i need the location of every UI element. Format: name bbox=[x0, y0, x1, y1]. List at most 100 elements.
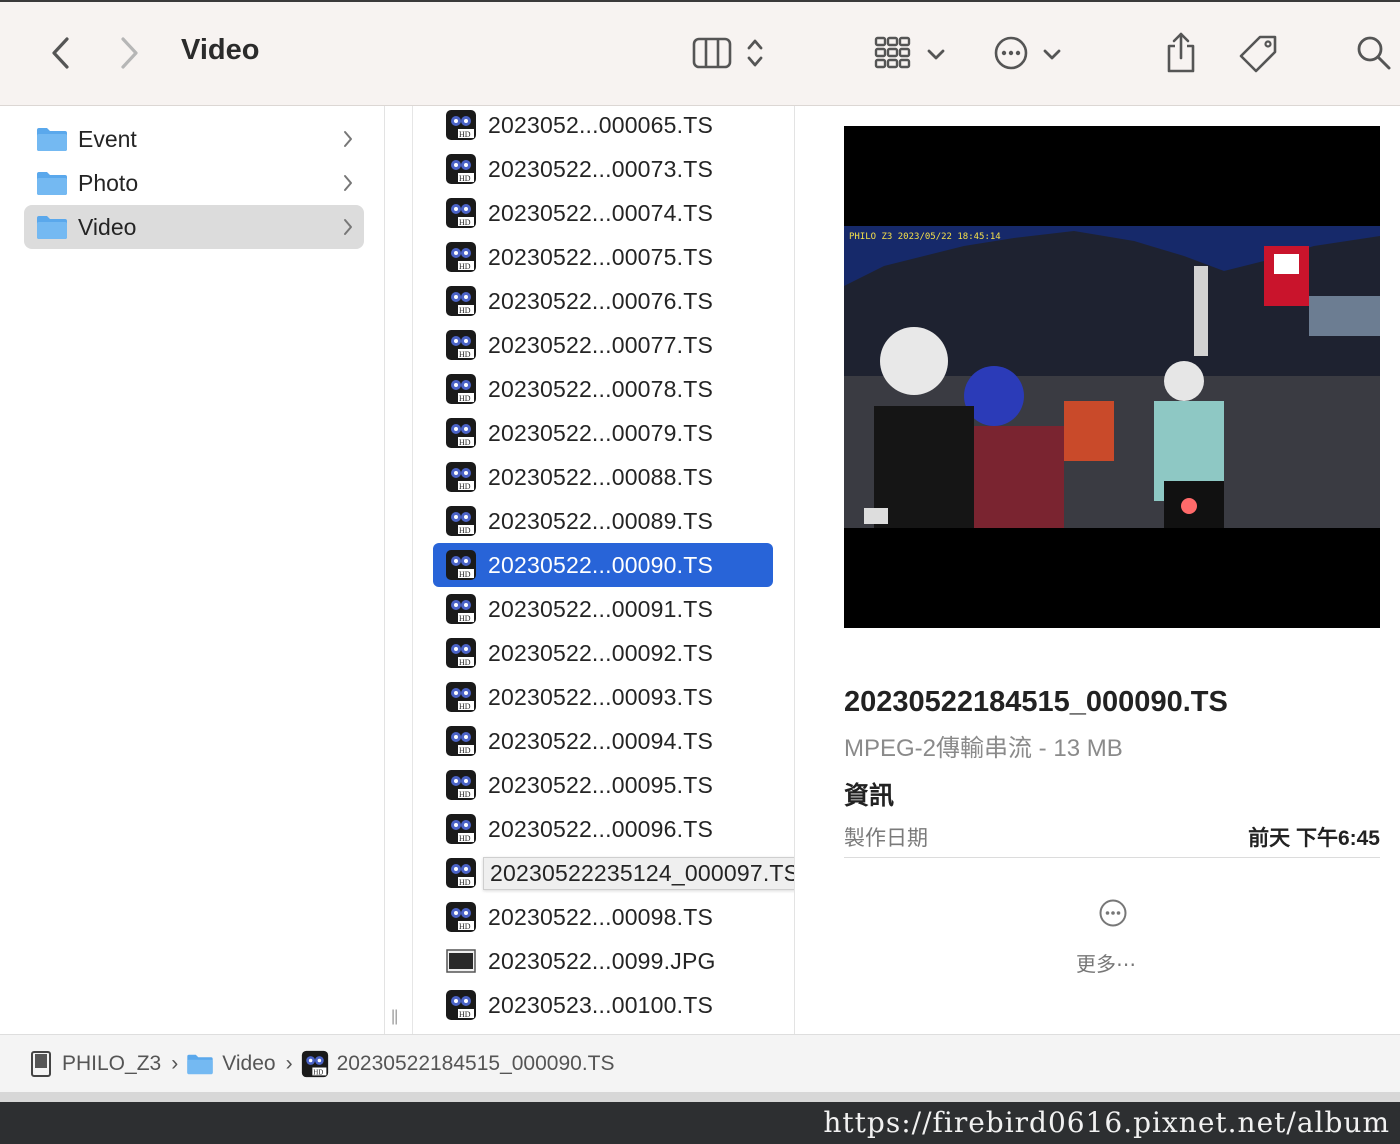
video-file-icon: HD bbox=[446, 286, 476, 316]
file-row[interactable]: HD 20230522...00088.TS bbox=[433, 455, 773, 499]
path-bar: PHILO_Z3 › Video › HD 20230522184515_000… bbox=[0, 1034, 1400, 1092]
sidebar-item-photo[interactable]: Photo bbox=[24, 161, 364, 205]
file-name: 20230522...00090.TS bbox=[488, 551, 714, 578]
video-file-icon: HD bbox=[446, 110, 476, 140]
svg-text:HD: HD bbox=[459, 306, 471, 315]
file-row[interactable]: HD 20230522...00077.TS bbox=[433, 323, 773, 367]
file-name: 20230522...00096.TS bbox=[488, 815, 714, 842]
chevron-right-icon bbox=[121, 37, 138, 69]
video-file-icon: HD bbox=[446, 374, 476, 404]
back-button[interactable] bbox=[40, 32, 80, 74]
path-item-file[interactable]: HD 20230522184515_000090.TS bbox=[301, 1050, 615, 1078]
tag-button[interactable] bbox=[1236, 30, 1282, 76]
file-row[interactable]: HD 2023052...000065.TS bbox=[433, 106, 773, 147]
video-file-icon: HD bbox=[446, 462, 476, 492]
video-file-icon: HD bbox=[446, 990, 476, 1020]
video-file-icon: HD bbox=[446, 242, 476, 272]
file-row[interactable]: HD 20230522...00075.TS bbox=[433, 235, 773, 279]
file-list: || HD2023052...000065.TSHD20230522...000… bbox=[413, 106, 795, 1034]
video-file-icon: HD bbox=[301, 1050, 328, 1077]
file-name: 20230522...00078.TS bbox=[488, 375, 714, 402]
file-row[interactable]: HD 20230522...00093.TS bbox=[433, 675, 773, 719]
drive-icon bbox=[31, 1050, 51, 1077]
path-item-folder[interactable]: Video › bbox=[186, 1052, 300, 1076]
file-row[interactable]: HD 20230522...00076.TS bbox=[433, 279, 773, 323]
file-name: 20230522...00073.TS bbox=[488, 155, 714, 182]
file-name: 20230522235124_000097.TS bbox=[483, 856, 794, 890]
ellipsis-circle-icon bbox=[1099, 899, 1127, 927]
file-row[interactable]: HD 20230522...00096.TS bbox=[433, 807, 773, 851]
more-label[interactable]: 更多⋯ bbox=[1076, 948, 1136, 977]
action-button[interactable] bbox=[990, 30, 1066, 76]
file-row[interactable]: HD 20230522...00089.TS bbox=[433, 499, 773, 543]
share-icon bbox=[1167, 32, 1195, 73]
file-row[interactable]: 20230522...0099.JPG bbox=[433, 939, 773, 983]
share-button[interactable] bbox=[1160, 28, 1202, 76]
watermark-text: https://firebird0616.pixnet.net/album bbox=[823, 1106, 1390, 1139]
column-resize-handle[interactable]: || bbox=[391, 1008, 398, 1026]
window-top-edge bbox=[0, 0, 1400, 2]
sidebar: Event Photo Video bbox=[4, 106, 385, 1034]
file-row[interactable]: HD 20230522235124_000097.TS bbox=[433, 851, 794, 895]
sidebar-item-video[interactable]: Video bbox=[24, 205, 364, 249]
svg-text:HD: HD bbox=[459, 570, 471, 579]
forward-button[interactable] bbox=[110, 32, 150, 74]
sidebar-item-label: Video bbox=[78, 213, 137, 240]
svg-text:HD: HD bbox=[459, 746, 471, 755]
file-row[interactable]: HD 20230523...00100.TS bbox=[433, 983, 773, 1027]
svg-text:HD: HD bbox=[459, 878, 471, 887]
folder-icon bbox=[187, 1054, 213, 1074]
file-name: 20230522...00077.TS bbox=[488, 331, 714, 358]
svg-text:HD: HD bbox=[459, 526, 471, 535]
video-file-icon: HD bbox=[446, 418, 476, 448]
group-button[interactable] bbox=[870, 30, 950, 76]
file-row[interactable]: HD 20230522...00092.TS bbox=[433, 631, 773, 675]
file-row[interactable]: HD 20230522...00091.TS bbox=[433, 587, 773, 631]
sidebar-item-event[interactable]: Event bbox=[24, 117, 364, 161]
file-name: 20230522...00074.TS bbox=[488, 199, 714, 226]
svg-text:HD: HD bbox=[459, 262, 471, 271]
info-heading: 資訊 bbox=[844, 782, 895, 810]
timestamp-overlay: PHILO Z3 2023/05/22 18:45:14 bbox=[849, 232, 1001, 242]
file-row[interactable]: HD 20230522...00098.TS bbox=[433, 895, 773, 939]
folder-icon bbox=[37, 216, 67, 239]
video-file-icon: HD bbox=[446, 550, 476, 580]
file-name: 20230522...00088.TS bbox=[488, 463, 714, 490]
video-thumbnail[interactable]: PHILO Z3 2023/05/22 18:45:14 bbox=[844, 126, 1380, 628]
view-mode-button[interactable] bbox=[688, 30, 774, 76]
file-name: 20230522...00079.TS bbox=[488, 419, 714, 446]
file-row[interactable]: HD 20230522...00094.TS bbox=[433, 719, 773, 763]
video-file-icon: HD bbox=[446, 638, 476, 668]
file-name: 20230522...00098.TS bbox=[488, 903, 714, 930]
svg-text:HD: HD bbox=[459, 702, 471, 711]
file-row[interactable]: HD 20230522...00073.TS bbox=[433, 147, 773, 191]
grid-icon bbox=[874, 36, 945, 69]
search-icon bbox=[1357, 36, 1391, 70]
path-item-drive[interactable]: PHILO_Z3 › bbox=[30, 1050, 186, 1078]
path-separator: › bbox=[171, 1051, 179, 1075]
svg-text:HD: HD bbox=[459, 174, 471, 183]
svg-text:HD: HD bbox=[459, 482, 471, 491]
file-name: 20230522...00091.TS bbox=[488, 595, 714, 622]
file-row[interactable]: HD 20230522...00074.TS bbox=[433, 191, 773, 235]
created-date-value: 前天 下午6:45 bbox=[1248, 827, 1380, 850]
file-name: 20230522...00089.TS bbox=[488, 507, 714, 534]
preview-pane: PHILO Z3 2023/05/22 18:45:14 20230522184… bbox=[822, 106, 1400, 1034]
file-row[interactable]: HD 20230522...00078.TS bbox=[433, 367, 773, 411]
file-name: 20230522...0099.JPG bbox=[488, 947, 716, 974]
preview-file-kind: MPEG-2傳輸串流 - 13 MB bbox=[844, 735, 1123, 762]
svg-text:HD: HD bbox=[313, 1068, 323, 1076]
file-row[interactable]: HD 20230522...00095.TS bbox=[433, 763, 773, 807]
folder-icon bbox=[37, 128, 67, 151]
search-button[interactable] bbox=[1352, 30, 1396, 76]
toolbar: Video bbox=[0, 0, 1400, 106]
more-button[interactable] bbox=[1098, 898, 1128, 933]
folder-icon bbox=[37, 172, 67, 195]
path-item-label: Video bbox=[222, 1051, 276, 1075]
file-row[interactable]: HD 20230522...00090.TS bbox=[433, 543, 773, 587]
file-name: 2023052...000065.TS bbox=[488, 111, 714, 138]
file-row[interactable]: HD 20230522...00079.TS bbox=[433, 411, 773, 455]
street-scene-image bbox=[844, 226, 1380, 528]
video-file-icon: HD bbox=[446, 858, 476, 888]
svg-text:HD: HD bbox=[459, 350, 471, 359]
